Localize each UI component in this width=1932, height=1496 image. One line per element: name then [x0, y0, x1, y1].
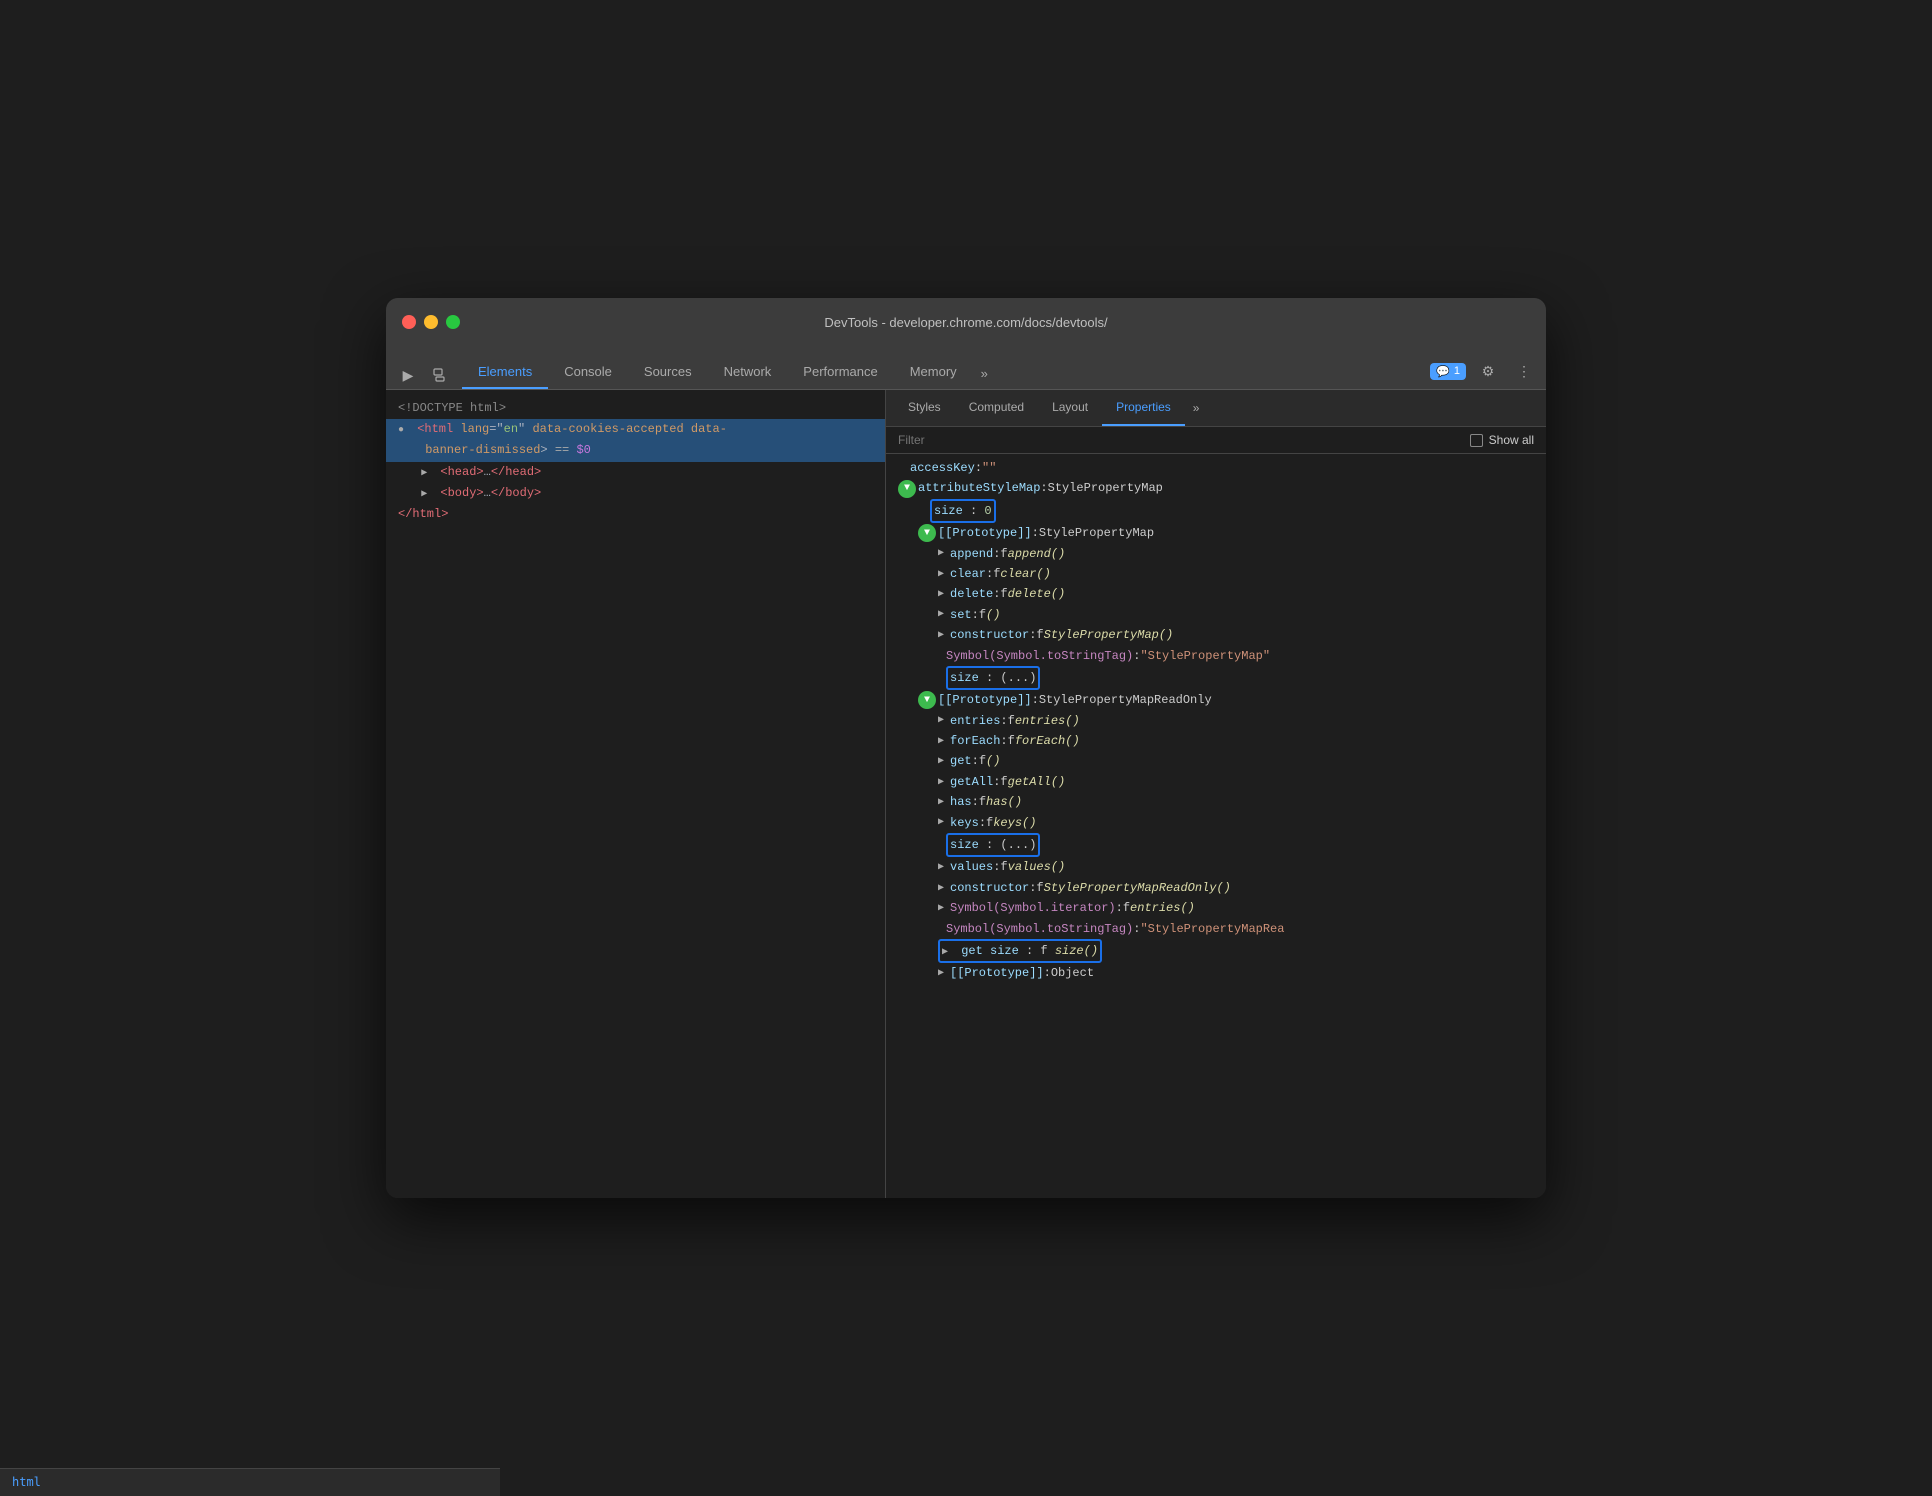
more-options-icon[interactable]: ⋮ — [1510, 357, 1538, 385]
prop-proto-spmreadonly[interactable]: ▼ [[Prototype]] : StylePropertyMapReadOn… — [886, 690, 1546, 710]
prop-keys[interactable]: ▶ keys : f keys() — [886, 813, 1546, 833]
show-all-toggle[interactable]: Show all — [1470, 433, 1534, 447]
subtab-properties[interactable]: Properties — [1102, 390, 1185, 426]
settings-icon[interactable]: ⚙ — [1474, 357, 1502, 385]
prop-attributestylemap[interactable]: ▼ attributeStyleMap : StylePropertyMap — [886, 478, 1546, 498]
close-button[interactable] — [402, 315, 416, 329]
prop-delete[interactable]: ▶ delete : f delete() — [886, 584, 1546, 604]
notification-badge[interactable]: 💬 1 — [1430, 363, 1466, 380]
notification-count: 1 — [1454, 365, 1460, 377]
prop-foreach[interactable]: ▶ forEach : f forEach() — [886, 731, 1546, 751]
title-bar: DevTools - developer.chrome.com/docs/dev… — [386, 298, 1546, 346]
expand-icon: ● — [398, 423, 410, 439]
prop-size-lazy-1[interactable]: size : (...) — [886, 666, 1546, 690]
tab-elements[interactable]: Elements — [462, 356, 548, 389]
dom-html-line[interactable]: ● <html lang="en" data-cookies-accepted … — [386, 419, 885, 440]
inspect-icon[interactable] — [426, 361, 454, 389]
filter-bar: Show all — [886, 427, 1546, 454]
tab-performance[interactable]: Performance — [787, 356, 893, 389]
prop-entries[interactable]: ▶ entries : f entries() — [886, 711, 1546, 731]
prop-has[interactable]: ▶ has : f has() — [886, 792, 1546, 812]
tab-bar-icons: ▶ — [394, 361, 454, 389]
prop-get-size[interactable]: ▶ get size : f size() — [886, 939, 1546, 963]
more-subtabs-button[interactable]: » — [1185, 391, 1208, 425]
show-all-label-text: Show all — [1489, 433, 1534, 447]
subtab-computed[interactable]: Computed — [955, 390, 1038, 426]
filter-input[interactable] — [898, 433, 1470, 447]
devtools-window: DevTools - developer.chrome.com/docs/dev… — [386, 298, 1546, 1198]
expanded-green-icon: ▼ — [898, 480, 916, 498]
size-lazy-highlight-2: size : (...) — [946, 833, 1040, 857]
subtabs: Styles Computed Layout Properties » — [886, 390, 1546, 427]
tab-sources[interactable]: Sources — [628, 356, 708, 389]
dom-doctype-line[interactable]: <!DOCTYPE html> — [386, 398, 885, 419]
dom-html-line2[interactable]: banner-dismissed> == $0 — [386, 440, 885, 461]
minimize-button[interactable] — [424, 315, 438, 329]
prop-clear[interactable]: ▶ clear : f clear() — [886, 564, 1546, 584]
tab-bar: ▶ Elements Console Sources Network Perfo… — [386, 346, 1546, 390]
cursor-icon[interactable]: ▶ — [394, 361, 422, 389]
prop-proto-object[interactable]: ▶ [[Prototype]] : Object — [886, 963, 1546, 983]
prop-append[interactable]: ▶ append : f append() — [886, 544, 1546, 564]
expanded-green-icon-3: ▼ — [918, 691, 936, 709]
tab-bar-right: 💬 1 ⚙ ⋮ — [1430, 357, 1538, 389]
chat-icon: 💬 — [1436, 365, 1450, 378]
tab-console[interactable]: Console — [548, 356, 628, 389]
get-size-highlight: ▶ get size : f size() — [938, 939, 1102, 963]
dom-panel[interactable]: <!DOCTYPE html> ● <html lang="en" data-c… — [386, 390, 886, 1198]
dom-htmlclose-line[interactable]: </html> — [386, 504, 885, 525]
prop-symbol-tostringtag[interactable]: Symbol(Symbol.toStringTag) : "StylePrope… — [886, 646, 1546, 666]
prop-symbol-tostringtag-2[interactable]: Symbol(Symbol.toStringTag) : "StylePrope… — [886, 919, 1546, 939]
prop-values[interactable]: ▶ values : f values() — [886, 857, 1546, 877]
prop-symbol-iterator[interactable]: ▶ Symbol(Symbol.iterator) : f entries() — [886, 898, 1546, 918]
show-all-checkbox[interactable] — [1470, 434, 1483, 447]
subtab-styles[interactable]: Styles — [894, 390, 955, 426]
traffic-lights — [402, 315, 460, 329]
tab-memory[interactable]: Memory — [894, 356, 973, 389]
size-0-highlight: size : 0 — [930, 499, 996, 523]
expanded-green-icon-2: ▼ — [918, 524, 936, 542]
prop-accesskey[interactable]: accessKey : "" — [886, 458, 1546, 478]
prop-size-lazy-2[interactable]: size : (...) — [886, 833, 1546, 857]
right-panel: Styles Computed Layout Properties » Show… — [886, 390, 1546, 1198]
prop-constructor[interactable]: ▶ constructor : f StylePropertyMap() — [886, 625, 1546, 645]
prop-set[interactable]: ▶ set : f () — [886, 605, 1546, 625]
prop-size-0[interactable]: size : 0 — [886, 499, 1546, 523]
more-tabs-button[interactable]: » — [973, 358, 996, 389]
tab-network[interactable]: Network — [708, 356, 788, 389]
subtab-layout[interactable]: Layout — [1038, 390, 1102, 426]
main-content: <!DOCTYPE html> ● <html lang="en" data-c… — [386, 390, 1546, 1198]
maximize-button[interactable] — [446, 315, 460, 329]
prop-getall[interactable]: ▶ getAll : f getAll() — [886, 772, 1546, 792]
window-title: DevTools - developer.chrome.com/docs/dev… — [824, 315, 1107, 330]
dom-body-line[interactable]: ▶ <body>…</body> — [386, 483, 885, 504]
prop-proto-stylemap[interactable]: ▼ [[Prototype]] : StylePropertyMap — [886, 523, 1546, 543]
prop-constructor-2[interactable]: ▶ constructor : f StylePropertyMapReadOn… — [886, 878, 1546, 898]
dom-head-line[interactable]: ▶ <head>…</head> — [386, 462, 885, 483]
props-content[interactable]: accessKey : "" ▼ attributeStyleMap : Sty… — [886, 454, 1546, 1198]
prop-get[interactable]: ▶ get : f () — [886, 751, 1546, 771]
size-lazy-highlight-1: size : (...) — [946, 666, 1040, 690]
